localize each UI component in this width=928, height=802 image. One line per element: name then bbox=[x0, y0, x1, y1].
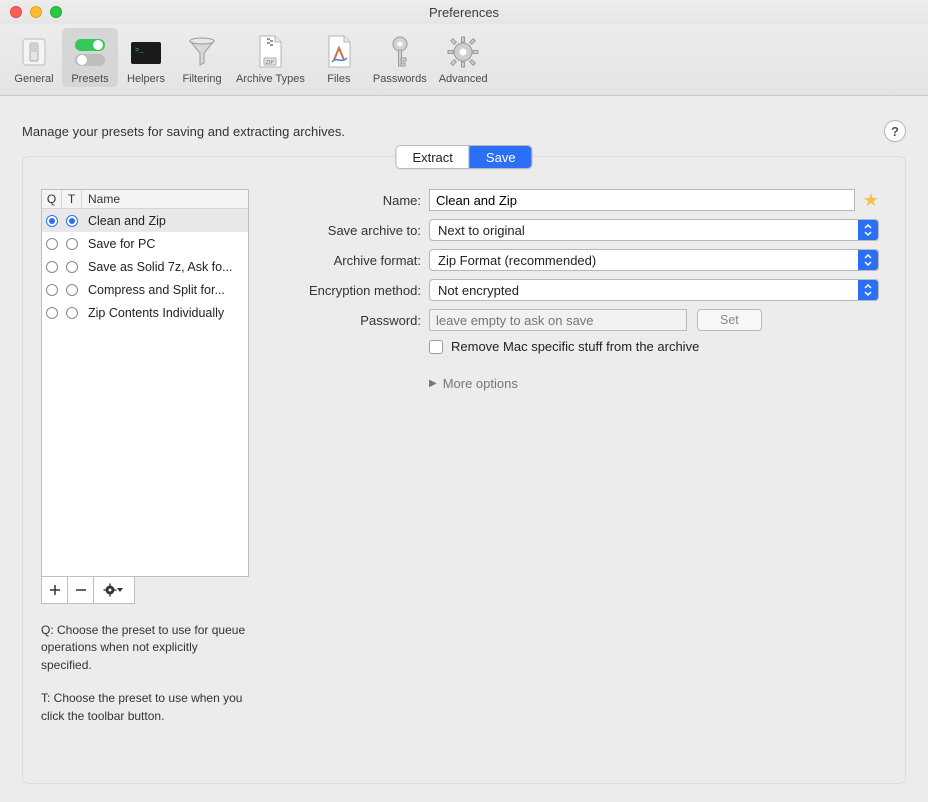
hint-toolbar: T: Choose the preset to use when you cli… bbox=[41, 690, 251, 725]
toggles-icon bbox=[68, 32, 112, 72]
tab-label: Files bbox=[327, 73, 350, 85]
preset-name: Compress and Split for... bbox=[82, 283, 248, 297]
preset-name: Save as Solid 7z, Ask fo... bbox=[82, 260, 248, 274]
label-save-to: Save archive to: bbox=[269, 223, 429, 238]
tab-general[interactable]: General bbox=[6, 28, 62, 87]
segment-extract[interactable]: Extract bbox=[396, 146, 468, 168]
preset-list-toolbar bbox=[41, 577, 135, 604]
set-password-button[interactable]: Set bbox=[697, 309, 762, 331]
preset-list: Q T Name Clean and Zip Save for PC Save as… bbox=[41, 189, 249, 577]
window-title: Preferences bbox=[429, 5, 499, 20]
svg-text:>_: >_ bbox=[135, 47, 144, 55]
titlebar: Preferences bbox=[0, 0, 928, 24]
label-encryption: Encryption method: bbox=[269, 283, 429, 298]
remove-preset-button[interactable] bbox=[68, 577, 94, 603]
preset-list-header: Q T Name bbox=[42, 190, 248, 209]
content-area: Manage your presets for saving and extra… bbox=[0, 96, 928, 802]
mode-segmented-control: Extract Save bbox=[395, 145, 532, 169]
favorite-star-icon[interactable]: ★ bbox=[863, 190, 879, 211]
chevron-updown-icon bbox=[858, 250, 878, 270]
tab-label: Helpers bbox=[127, 73, 165, 85]
column-header-t[interactable]: T bbox=[62, 190, 82, 208]
queue-radio[interactable] bbox=[46, 284, 58, 296]
window-controls bbox=[10, 6, 62, 18]
toolbar-radio[interactable] bbox=[66, 215, 78, 227]
key-icon bbox=[378, 32, 422, 72]
preset-row[interactable]: Zip Contents Individually bbox=[42, 301, 248, 324]
svg-text:ZIP: ZIP bbox=[266, 60, 275, 66]
zip-file-icon: ZIP bbox=[248, 32, 292, 72]
switch-icon bbox=[12, 32, 56, 72]
tab-presets[interactable]: Presets bbox=[62, 28, 118, 87]
queue-radio[interactable] bbox=[46, 238, 58, 250]
tab-filtering[interactable]: Filtering bbox=[174, 28, 230, 87]
close-window-button[interactable] bbox=[10, 6, 22, 18]
preset-name: Clean and Zip bbox=[82, 214, 248, 228]
preset-row[interactable]: Clean and Zip bbox=[42, 209, 248, 232]
save-to-select[interactable]: Next to original bbox=[429, 219, 879, 241]
encryption-select[interactable]: Not encrypted bbox=[429, 279, 879, 301]
toolbar-radio[interactable] bbox=[66, 261, 78, 273]
zoom-window-button[interactable] bbox=[50, 6, 62, 18]
disclosure-triangle-icon: ▶ bbox=[429, 378, 437, 389]
preset-name-input[interactable] bbox=[429, 189, 855, 211]
encryption-value: Not encrypted bbox=[430, 283, 858, 298]
preset-row[interactable]: Save as Solid 7z, Ask fo... bbox=[42, 255, 248, 278]
archive-format-value: Zip Format (recommended) bbox=[430, 253, 858, 268]
page-subtitle: Manage your presets for saving and extra… bbox=[22, 124, 884, 139]
tab-label: Filtering bbox=[182, 73, 221, 85]
chevron-updown-icon bbox=[858, 220, 878, 240]
app-file-icon bbox=[317, 32, 361, 72]
column-header-name[interactable]: Name bbox=[82, 190, 248, 208]
more-options-disclosure[interactable]: ▶ More options bbox=[429, 376, 879, 391]
preset-row[interactable]: Save for PC bbox=[42, 232, 248, 255]
preset-name: Save for PC bbox=[82, 237, 248, 251]
funnel-icon bbox=[180, 32, 224, 72]
tab-label: Archive Types bbox=[236, 73, 305, 85]
tab-label: General bbox=[14, 73, 53, 85]
toolbar-radio[interactable] bbox=[66, 238, 78, 250]
preferences-toolbar: General Presets >_ Helpers bbox=[0, 24, 928, 96]
tab-files[interactable]: Files bbox=[311, 28, 367, 87]
label-password: Password: bbox=[269, 313, 429, 328]
queue-radio[interactable] bbox=[46, 261, 58, 273]
add-preset-button[interactable] bbox=[42, 577, 68, 603]
save-to-value: Next to original bbox=[430, 223, 858, 238]
terminal-icon: >_ bbox=[124, 32, 168, 72]
chevron-updown-icon bbox=[858, 280, 878, 300]
toolbar-radio[interactable] bbox=[66, 307, 78, 319]
label-name: Name: bbox=[269, 193, 429, 208]
tab-passwords[interactable]: Passwords bbox=[367, 28, 433, 87]
tab-advanced[interactable]: Advanced bbox=[433, 28, 494, 87]
label-format: Archive format: bbox=[269, 253, 429, 268]
archive-format-select[interactable]: Zip Format (recommended) bbox=[429, 249, 879, 271]
minimize-window-button[interactable] bbox=[30, 6, 42, 18]
presets-panel: Extract Save Q T Name Clean and ZipSave … bbox=[22, 156, 906, 784]
preset-row[interactable]: Compress and Split for... bbox=[42, 278, 248, 301]
remove-mac-label: Remove Mac specific stuff from the archi… bbox=[451, 339, 699, 354]
queue-radio[interactable] bbox=[46, 215, 58, 227]
column-header-q[interactable]: Q bbox=[42, 190, 62, 208]
password-input[interactable] bbox=[429, 309, 687, 331]
segment-save[interactable]: Save bbox=[469, 146, 532, 168]
preset-actions-menu[interactable] bbox=[94, 577, 134, 603]
tab-label: Advanced bbox=[439, 73, 488, 85]
tab-label: Passwords bbox=[373, 73, 427, 85]
toolbar-radio[interactable] bbox=[66, 284, 78, 296]
tab-archive-types[interactable]: ZIP Archive Types bbox=[230, 28, 311, 87]
queue-radio[interactable] bbox=[46, 307, 58, 319]
more-options-label: More options bbox=[443, 376, 518, 391]
tab-label: Presets bbox=[71, 73, 108, 85]
gear-icon bbox=[441, 32, 485, 72]
preset-name: Zip Contents Individually bbox=[82, 306, 248, 320]
remove-mac-checkbox[interactable] bbox=[429, 340, 443, 354]
help-button[interactable]: ? bbox=[884, 120, 906, 142]
tab-helpers[interactable]: >_ Helpers bbox=[118, 28, 174, 87]
hint-queue: Q: Choose the preset to use for queue op… bbox=[41, 622, 251, 674]
